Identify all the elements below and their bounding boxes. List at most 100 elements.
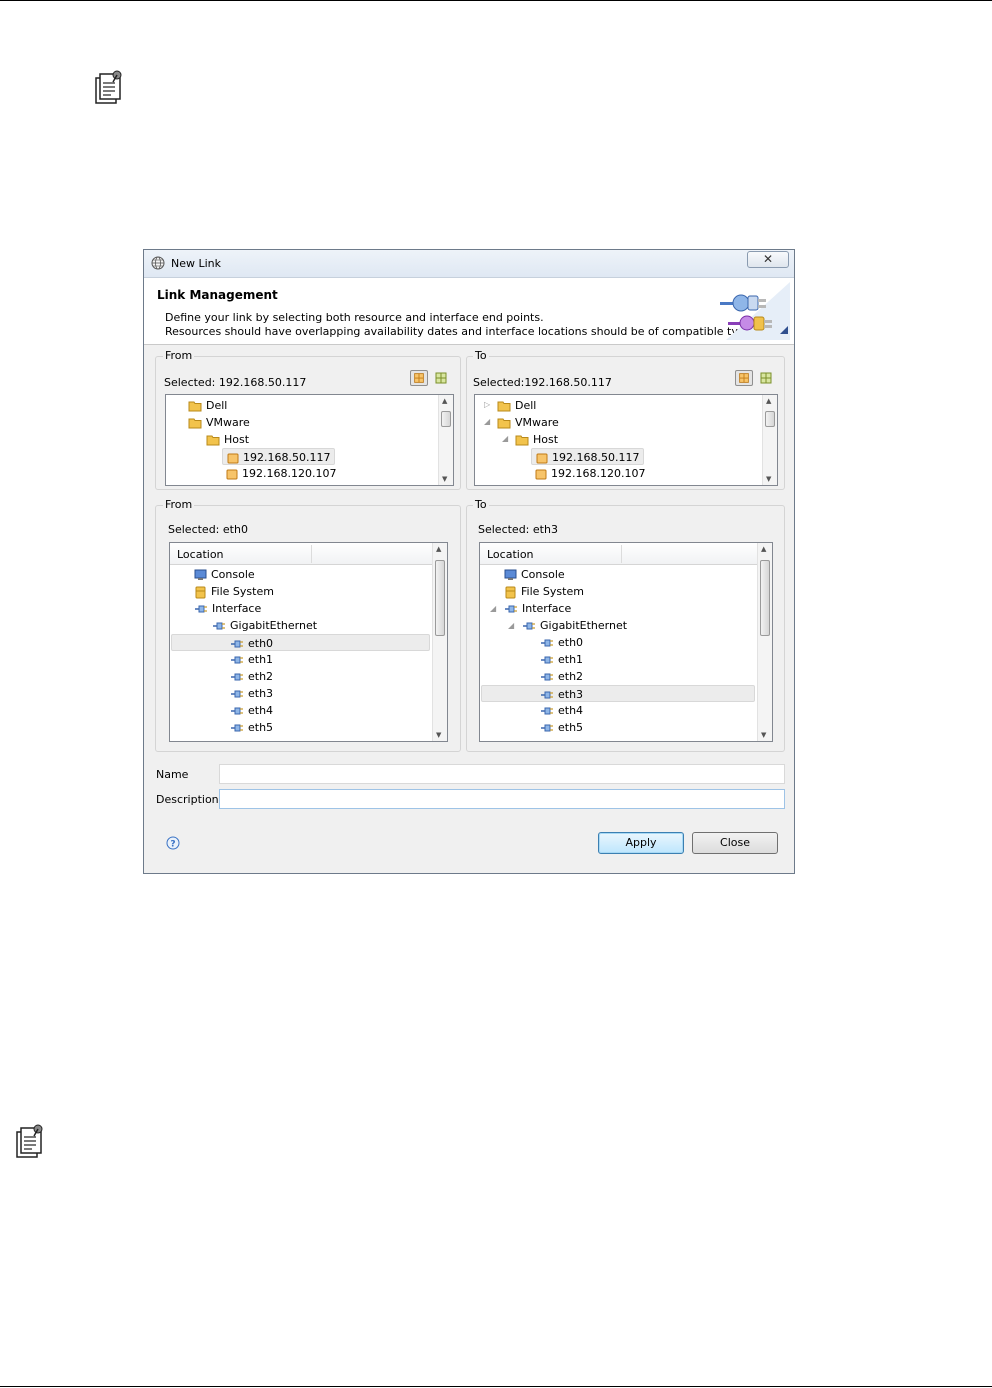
show-grid-icon[interactable] [757, 370, 775, 386]
interface-icon [541, 639, 553, 647]
tree-item-eth4[interactable]: eth4 [230, 702, 273, 719]
tree-item-host[interactable]: 192.168.120.107 [535, 465, 645, 482]
interface-from-label: From [163, 498, 195, 511]
tree-item-dell[interactable]: Dell [188, 397, 227, 414]
tree-item-label: eth4 [248, 704, 274, 717]
tree-item-eth5[interactable]: eth5 [230, 719, 273, 736]
tree-item-dell[interactable]: Dell [497, 397, 536, 414]
tree-item-gigabitethernet[interactable]: GigabitEthernet [212, 617, 317, 634]
tree-item-label: Host [533, 433, 559, 446]
tree-item-host[interactable]: Host [206, 431, 249, 448]
collapse-icon[interactable]: ◢ [502, 434, 508, 443]
collapse-icon[interactable]: ◢ [490, 604, 496, 613]
column-header-location[interactable]: Location [170, 543, 433, 565]
expand-icon[interactable]: ▷ [484, 400, 490, 409]
column-header-location[interactable]: Location [480, 543, 758, 565]
page-bottom-rule [0, 1386, 992, 1387]
collapse-icon[interactable]: ◢ [508, 621, 514, 630]
tree-item-label: VMware [206, 416, 250, 429]
interface-to-tree[interactable]: Location Console File System ◢ Interface… [479, 542, 773, 742]
show-tree-icon[interactable] [735, 370, 753, 386]
banner-description-line-2: Resources should have overlapping availa… [165, 325, 761, 338]
page-top-rule [0, 0, 992, 1]
title-bar[interactable]: New Link ✕ [144, 250, 794, 278]
show-grid-icon[interactable] [432, 370, 450, 386]
interface-icon [231, 690, 243, 698]
tree-item-eth1[interactable]: eth1 [230, 651, 273, 668]
tree-item-eth3[interactable]: eth3 [230, 685, 273, 702]
resource-from-label: From [163, 349, 195, 362]
interface-icon [231, 673, 243, 681]
tree-item-console[interactable]: Console [504, 566, 565, 583]
tree-item-gigabitethernet[interactable]: GigabitEthernet [522, 617, 627, 634]
tree-item-host[interactable]: 192.168.120.107 [226, 465, 336, 482]
tree-item-label: 192.168.120.107 [242, 467, 337, 480]
dialog-title: New Link [171, 257, 222, 270]
banner-heading: Link Management [157, 288, 278, 302]
interface-to-label: To [473, 498, 489, 511]
tree-item-console[interactable]: Console [194, 566, 255, 583]
tree-item-eth4[interactable]: eth4 [540, 702, 583, 719]
tree-item-eth0-selected[interactable]: eth0 [171, 634, 430, 651]
tree-item-label: eth0 [558, 636, 584, 649]
tree-item-eth0[interactable]: eth0 [540, 634, 583, 651]
tree-item-eth5[interactable]: eth5 [540, 719, 583, 736]
host-icon [227, 453, 239, 463]
host-icon [536, 453, 548, 463]
folder-icon [497, 401, 511, 412]
folder-icon [515, 435, 529, 446]
description-field[interactable] [219, 789, 785, 809]
tree-item-label: Console [211, 568, 255, 581]
tree-item-label: 192.168.120.107 [551, 467, 646, 480]
interface-icon [231, 724, 243, 732]
resource-from-tree[interactable]: Dell VMware Host 192.168.50.117 192.168.… [165, 394, 454, 486]
vertical-scrollbar[interactable]: ▲ ▼ [438, 395, 453, 485]
tree-item-host-selected[interactable]: 192.168.50.117 [222, 448, 336, 465]
tree-item-vmware[interactable]: VMware [497, 414, 559, 431]
interface-icon [195, 605, 207, 613]
tree-item-label: eth1 [248, 653, 274, 666]
interface-icon [213, 622, 225, 630]
vertical-scrollbar[interactable]: ▲ ▼ [762, 395, 777, 485]
file-system-icon [195, 586, 206, 598]
tree-item-label: Dell [206, 399, 228, 412]
tree-item-eth2[interactable]: eth2 [540, 668, 583, 685]
tree-item-host-selected[interactable]: 192.168.50.117 [531, 448, 645, 465]
close-button[interactable]: Close [692, 832, 778, 854]
interface-icon [231, 640, 243, 648]
note-icon [16, 1124, 43, 1158]
name-label: Name [156, 768, 189, 781]
tree-item-interface[interactable]: Interface [194, 600, 261, 617]
tree-item-label: 192.168.50.117 [243, 451, 331, 464]
tree-item-vmware[interactable]: VMware [188, 414, 250, 431]
close-window-button[interactable]: ✕ [747, 251, 789, 268]
tree-item-eth3-selected[interactable]: eth3 [481, 685, 755, 702]
collapse-icon[interactable]: ◢ [484, 417, 490, 426]
host-icon [535, 469, 547, 479]
help-icon[interactable]: ? [166, 836, 180, 850]
connector-plug-icon [720, 282, 790, 340]
name-field[interactable] [219, 764, 785, 784]
resource-to-tree[interactable]: ▷ Dell ◢ VMware ◢ Host 192.168.50.117 19… [474, 394, 778, 486]
apply-button[interactable]: Apply [598, 832, 684, 854]
tree-item-eth1[interactable]: eth1 [540, 651, 583, 668]
tree-item-interface[interactable]: Interface [504, 600, 571, 617]
interface-icon [541, 707, 553, 715]
vertical-scrollbar[interactable]: ▲ ▼ [757, 543, 772, 741]
tree-item-file-system[interactable]: File System [504, 583, 584, 600]
tree-item-label: eth2 [248, 670, 274, 683]
tree-item-label: Dell [515, 399, 537, 412]
show-tree-icon[interactable] [410, 370, 428, 386]
vertical-scrollbar[interactable]: ▲ ▼ [432, 543, 447, 741]
tree-item-file-system[interactable]: File System [194, 583, 274, 600]
interface-icon [505, 605, 517, 613]
interface-icon [523, 622, 535, 630]
tree-item-host[interactable]: Host [515, 431, 558, 448]
interface-from-tree[interactable]: Location Console File System Interface G… [169, 542, 448, 742]
tree-item-eth2[interactable]: eth2 [230, 668, 273, 685]
globe-icon [151, 256, 165, 270]
folder-icon [188, 401, 202, 412]
description-label: Description [156, 793, 219, 806]
tree-item-label: Host [224, 433, 250, 446]
interface-icon [541, 656, 553, 664]
